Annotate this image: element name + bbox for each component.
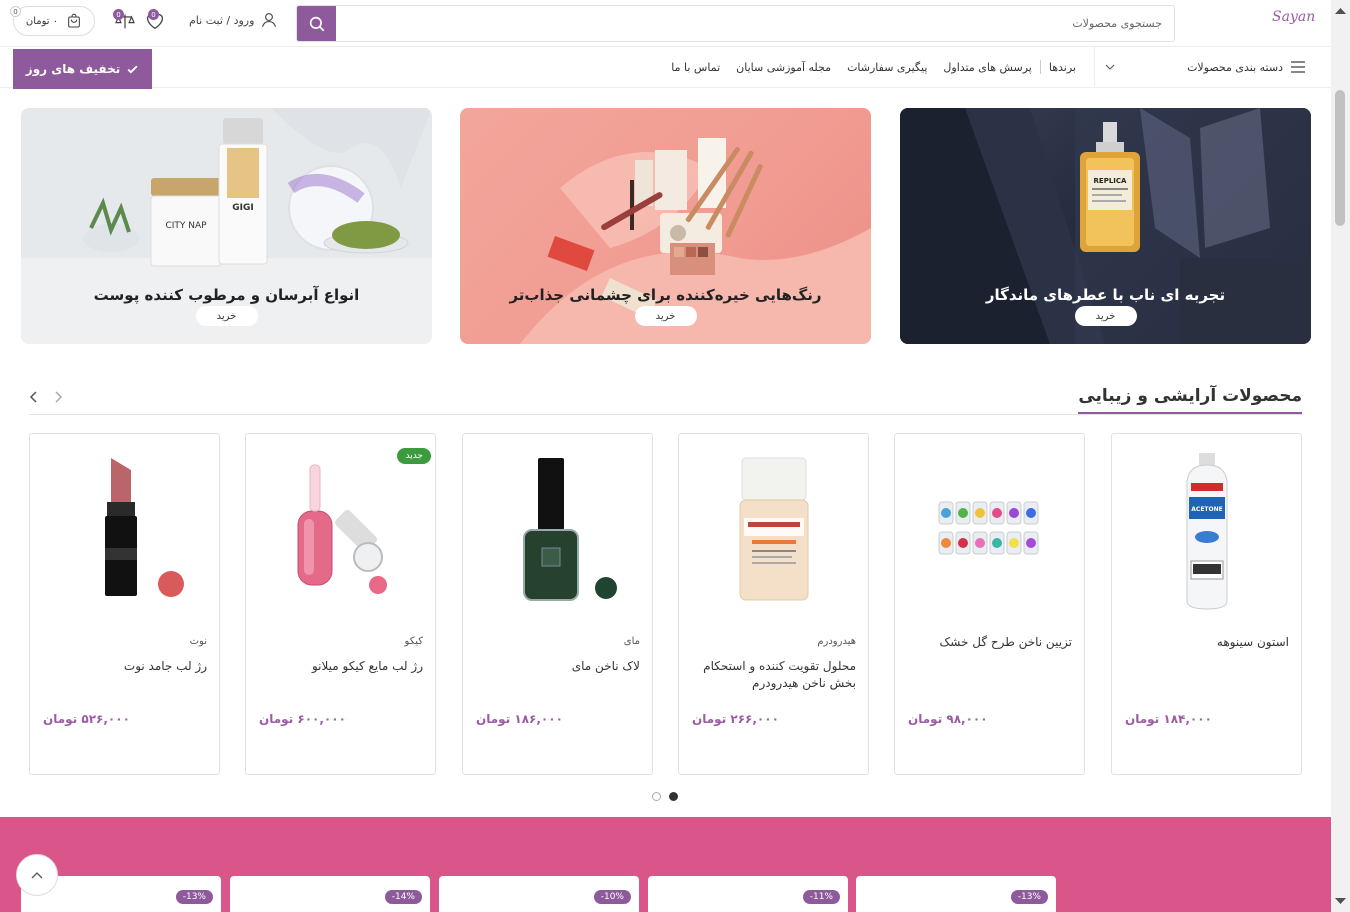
- product-image[interactable]: [905, 446, 1075, 616]
- carousel-dots: [652, 792, 678, 801]
- product-brand[interactable]: مای: [624, 636, 640, 647]
- section-title: محصولات آرایشی و زیبایی: [1078, 386, 1302, 414]
- product-card[interactable]: هیدرودرم محلول تقویت کننده و استحکام بخش…: [678, 433, 869, 775]
- banner-makeup-title: رنگ‌هایی خیره‌کننده برای چشمانی جذاب‌تر: [509, 286, 822, 304]
- product-card[interactable]: تزیین ناخن طرح گل خشک ۹۸,۰۰۰ تومان: [894, 433, 1085, 775]
- category-menu[interactable]: دسته بندی محصولات: [1094, 47, 1311, 87]
- arrow-up-icon: [31, 872, 43, 879]
- product-name[interactable]: استون سینوهه: [1119, 634, 1289, 651]
- deal-card[interactable]: -11%: [648, 876, 848, 912]
- banner-makeup[interactable]: رنگ‌هایی خیره‌کننده برای چشمانی جذاب‌تر …: [460, 108, 871, 344]
- skincare-jar-label: CITY NAP: [165, 221, 207, 231]
- product-image[interactable]: [689, 446, 859, 616]
- account-link[interactable]: ورود / ثبت نام: [189, 11, 278, 29]
- daily-deals-button[interactable]: تخفیف های روز: [13, 49, 152, 89]
- chevron-left-icon[interactable]: [27, 390, 41, 404]
- deal-card[interactable]: -14%: [230, 876, 430, 912]
- nav-link-magazine[interactable]: مجله آموزشی سایان: [736, 61, 831, 74]
- nav-divider: [1039, 60, 1041, 74]
- banner-skincare-title: انواع آبرسان و مرطوب کننده پوست: [93, 286, 360, 304]
- site-logo[interactable]: Sayan: [1272, 9, 1315, 25]
- banner-skincare[interactable]: CITY NAP GIGI انواع آبرسان و مرطوب کننده…: [21, 108, 432, 344]
- banner-perfume[interactable]: REPLICA تجربه ای ناب با عطرهای ماندگار خ…: [900, 108, 1311, 344]
- cart-total: ۰ تومان: [25, 15, 59, 27]
- product-image[interactable]: ACETONE: [1122, 446, 1292, 616]
- product-price: ۹۸,۰۰۰ تومان: [908, 712, 988, 726]
- nav-link-contact[interactable]: تماس با ما: [671, 61, 720, 74]
- site-header: Sayan ورود / ثبت نام 0 0 ۰ تومان 0: [0, 0, 1331, 46]
- search-bar: [296, 5, 1175, 42]
- menu-icon: [1291, 61, 1305, 73]
- skincare-brand-label: GIGI: [232, 203, 253, 213]
- carousel-dot-active[interactable]: [669, 792, 678, 801]
- cart-count-badge: 0: [10, 6, 21, 17]
- product-name[interactable]: محلول تقویت کننده و استحکام بخش ناخن هید…: [686, 658, 856, 692]
- main-nav: تخفیف های روز برندها پرسش های متداول پیگ…: [0, 46, 1331, 89]
- scroll-to-top-button[interactable]: [16, 854, 58, 896]
- product-price: ۶۰۰,۰۰۰ تومان: [259, 712, 346, 726]
- nav-links: برندها پرسش های متداول پیگیری سفارشات مج…: [671, 47, 1076, 87]
- product-price: ۵۲۶,۰۰۰ تومان: [43, 712, 130, 726]
- banner-makeup-buy-button[interactable]: خرید: [634, 306, 697, 326]
- wishlist-count-badge: 0: [148, 9, 159, 20]
- product-image[interactable]: [256, 446, 426, 616]
- compare-count-badge: 0: [113, 9, 124, 20]
- product-card[interactable]: نوت رژ لب جامد نوت ۵۲۶,۰۰۰ تومان: [29, 433, 220, 775]
- section-divider: [29, 414, 1302, 415]
- product-price: ۱۸۶,۰۰۰ تومان: [476, 712, 563, 726]
- perfume-bottle-label: REPLICA: [1094, 177, 1128, 185]
- product-card[interactable]: ACETONE استون سینوهه ۱۸۴,۰۰۰ تومان: [1111, 433, 1302, 775]
- user-icon: [262, 13, 277, 27]
- banner-perfume-buy-button[interactable]: خرید: [1074, 306, 1137, 326]
- discount-badge: -11%: [802, 890, 840, 904]
- product-card[interactable]: مای لاک ناخن مای ۱۸۶,۰۰۰ تومان: [462, 433, 653, 775]
- nav-link-faq[interactable]: پرسش های متداول: [943, 61, 1031, 74]
- chevron-right-icon[interactable]: [51, 390, 65, 404]
- wishlist-button[interactable]: 0: [143, 9, 167, 32]
- daily-deals-label: تخفیف های روز: [25, 62, 121, 76]
- product-price: ۲۶۶,۰۰۰ تومان: [692, 712, 779, 726]
- search-button[interactable]: [297, 6, 336, 41]
- discount-badge: -13%: [175, 890, 213, 904]
- cart-button[interactable]: ۰ تومان: [13, 6, 95, 36]
- product-name[interactable]: لاک ناخن مای: [470, 658, 640, 675]
- deal-card[interactable]: -10%: [439, 876, 639, 912]
- scroll-down-arrow-icon[interactable]: [1331, 894, 1350, 908]
- search-icon: [309, 16, 324, 31]
- deal-card[interactable]: -13%: [856, 876, 1056, 912]
- nav-link-brands[interactable]: برندها: [1049, 61, 1076, 74]
- page-scrollbar[interactable]: [1331, 0, 1350, 912]
- scrollbar-thumb[interactable]: [1335, 90, 1345, 226]
- product-image[interactable]: [473, 446, 643, 616]
- search-input[interactable]: [382, 6, 1162, 41]
- product-brand[interactable]: کیکو: [405, 636, 423, 647]
- discount-badge: -13%: [1010, 890, 1048, 904]
- check-icon: [127, 65, 138, 74]
- carousel-dot[interactable]: [652, 792, 661, 801]
- product-image[interactable]: [40, 446, 210, 616]
- category-menu-label: دسته بندی محصولات: [1187, 60, 1283, 74]
- bag-icon: [68, 13, 80, 28]
- product-name[interactable]: تزیین ناخن طرح گل خشک: [902, 634, 1072, 651]
- product-brand[interactable]: نوت: [190, 636, 207, 647]
- chevron-down-icon: [1105, 64, 1115, 70]
- discount-badge: -14%: [384, 890, 422, 904]
- product-card[interactable]: جدید کیکو رژ لب مایع کیکو میلانو ۶۰۰,۰۰۰…: [245, 433, 436, 775]
- product-name[interactable]: رژ لب جامد نوت: [37, 658, 207, 675]
- compare-button[interactable]: 0: [113, 9, 137, 32]
- product-name[interactable]: رژ لب مایع کیکو میلانو: [253, 658, 423, 675]
- product-brand[interactable]: هیدرودرم: [817, 636, 856, 647]
- acetone-label: ACETONE: [1191, 506, 1222, 513]
- scroll-up-arrow-icon[interactable]: [1331, 4, 1350, 18]
- discount-badge: -10%: [593, 890, 631, 904]
- banner-skincare-buy-button[interactable]: خرید: [195, 306, 258, 326]
- account-label: ورود / ثبت نام: [189, 13, 255, 27]
- product-price: ۱۸۴,۰۰۰ تومان: [1125, 712, 1212, 726]
- nav-link-order-tracking[interactable]: پیگیری سفارشات: [847, 61, 927, 74]
- banner-perfume-title: تجربه ای ناب با عطرهای ماندگار: [985, 286, 1226, 304]
